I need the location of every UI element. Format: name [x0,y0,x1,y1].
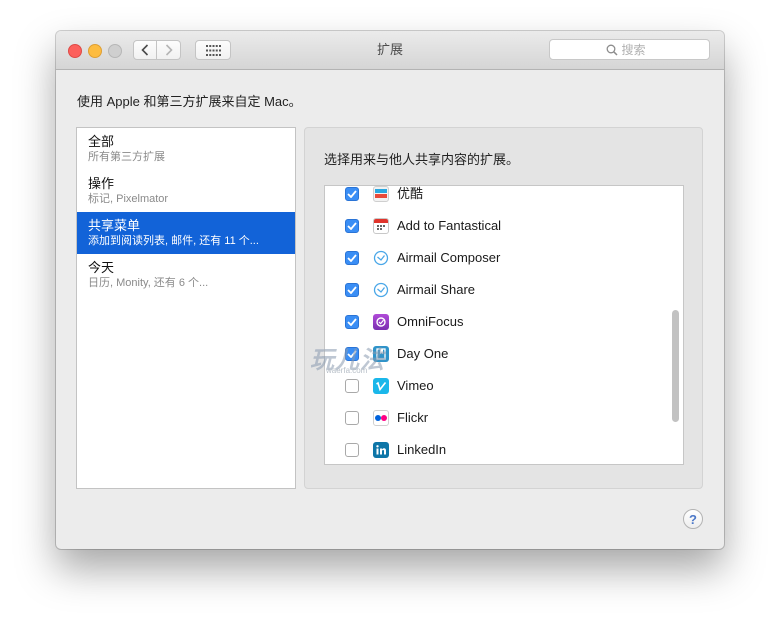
checkmark-icon [347,190,357,198]
checkmark-icon [347,254,357,262]
sidebar-item-subtitle: 添加到阅读列表, 邮件, 还有 11 个... [88,235,259,247]
list-item[interactable]: OmniFocus [325,306,669,338]
dayone-icon [373,346,389,362]
list-item[interactable]: Day One [325,338,669,370]
youku-icon [373,186,389,202]
checkmark-icon [347,350,357,358]
airmail-icon [373,250,389,266]
extension-checkbox[interactable] [345,219,359,233]
search-input[interactable] [621,42,654,57]
extension-name: Vimeo [397,378,434,393]
sidebar-item-label: 共享菜单 [88,218,141,233]
extension-name: Airmail Composer [397,250,501,265]
sidebar-item-all[interactable]: 全部 所有第三方扩展 [77,128,295,170]
extension-checkbox[interactable] [345,379,359,393]
extension-list[interactable]: 优酷 Add to Fantastical Airmail Composer A… [324,185,684,465]
flickr-icon [373,410,389,426]
checkmark-icon [347,318,357,326]
panel-title: 选择用来与他人共享内容的扩展。 [324,152,520,167]
sidebar-item-subtitle: 所有第三方扩展 [88,151,165,163]
extension-name: LinkedIn [397,442,447,457]
checkmark-icon [347,222,357,230]
extension-category-list: 全部 所有第三方扩展 操作 标记, Pixelmator 共享菜单 添加到阅读列… [76,127,296,489]
extension-detail-panel: 选择用来与他人共享内容的扩展。 优酷 Add to Fantastical Ai… [304,127,703,489]
help-button[interactable]: ? [683,509,703,529]
search-icon [606,44,618,56]
extension-checkbox[interactable] [345,443,359,457]
fantastical-calendar-icon [373,218,389,234]
sidebar-item-today[interactable]: 今天 日历, Monity, 还有 6 个... [77,254,295,296]
linkedin-icon [373,442,389,458]
sidebar-item-label: 操作 [88,176,115,191]
sidebar-item-subtitle: 标记, Pixelmator [88,193,169,205]
vimeo-icon [373,378,389,394]
list-item[interactable]: Airmail Composer [325,242,669,274]
list-item[interactable]: Flickr [325,402,669,434]
extension-checkbox[interactable] [345,347,359,361]
sidebar-item-label: 全部 [88,134,115,149]
sidebar-item-label: 今天 [88,260,115,275]
extension-name: Airmail Share [397,282,476,297]
extension-checkbox[interactable] [345,187,359,201]
search-field[interactable] [549,39,710,60]
airmail-icon [373,282,389,298]
list-item[interactable]: Airmail Share [325,274,669,306]
list-item[interactable]: LinkedIn [325,434,669,464]
omnifocus-icon [373,314,389,330]
extension-checkbox[interactable] [345,283,359,297]
page-description: 使用 Apple 和第三方扩展来自定 Mac。 [77,94,302,109]
extension-checkbox[interactable] [345,251,359,265]
extension-name: Day One [397,346,449,361]
preferences-window: 扩展 使用 Apple 和第三方扩展来自定 Mac。 全部 所有第三方扩展 操作… [56,31,724,549]
extension-checkbox[interactable] [345,315,359,329]
sidebar-item-share-menu[interactable]: 共享菜单 添加到阅读列表, 邮件, 还有 11 个... [77,212,295,254]
list-item[interactable]: Add to Fantastical [325,210,669,242]
list-item[interactable]: Vimeo [325,370,669,402]
list-scrollbar[interactable] [672,310,679,422]
extension-name: Flickr [397,410,429,425]
extension-checkbox[interactable] [345,411,359,425]
extension-name: 优酷 [397,186,424,201]
sidebar-item-subtitle: 日历, Monity, 还有 6 个... [88,277,209,289]
extension-name: OmniFocus [397,314,464,329]
extension-name: Add to Fantastical [397,218,502,233]
checkmark-icon [347,286,357,294]
list-item[interactable]: 优酷 [325,186,669,210]
sidebar-item-actions[interactable]: 操作 标记, Pixelmator [77,170,295,212]
title-bar: 扩展 [56,31,724,70]
